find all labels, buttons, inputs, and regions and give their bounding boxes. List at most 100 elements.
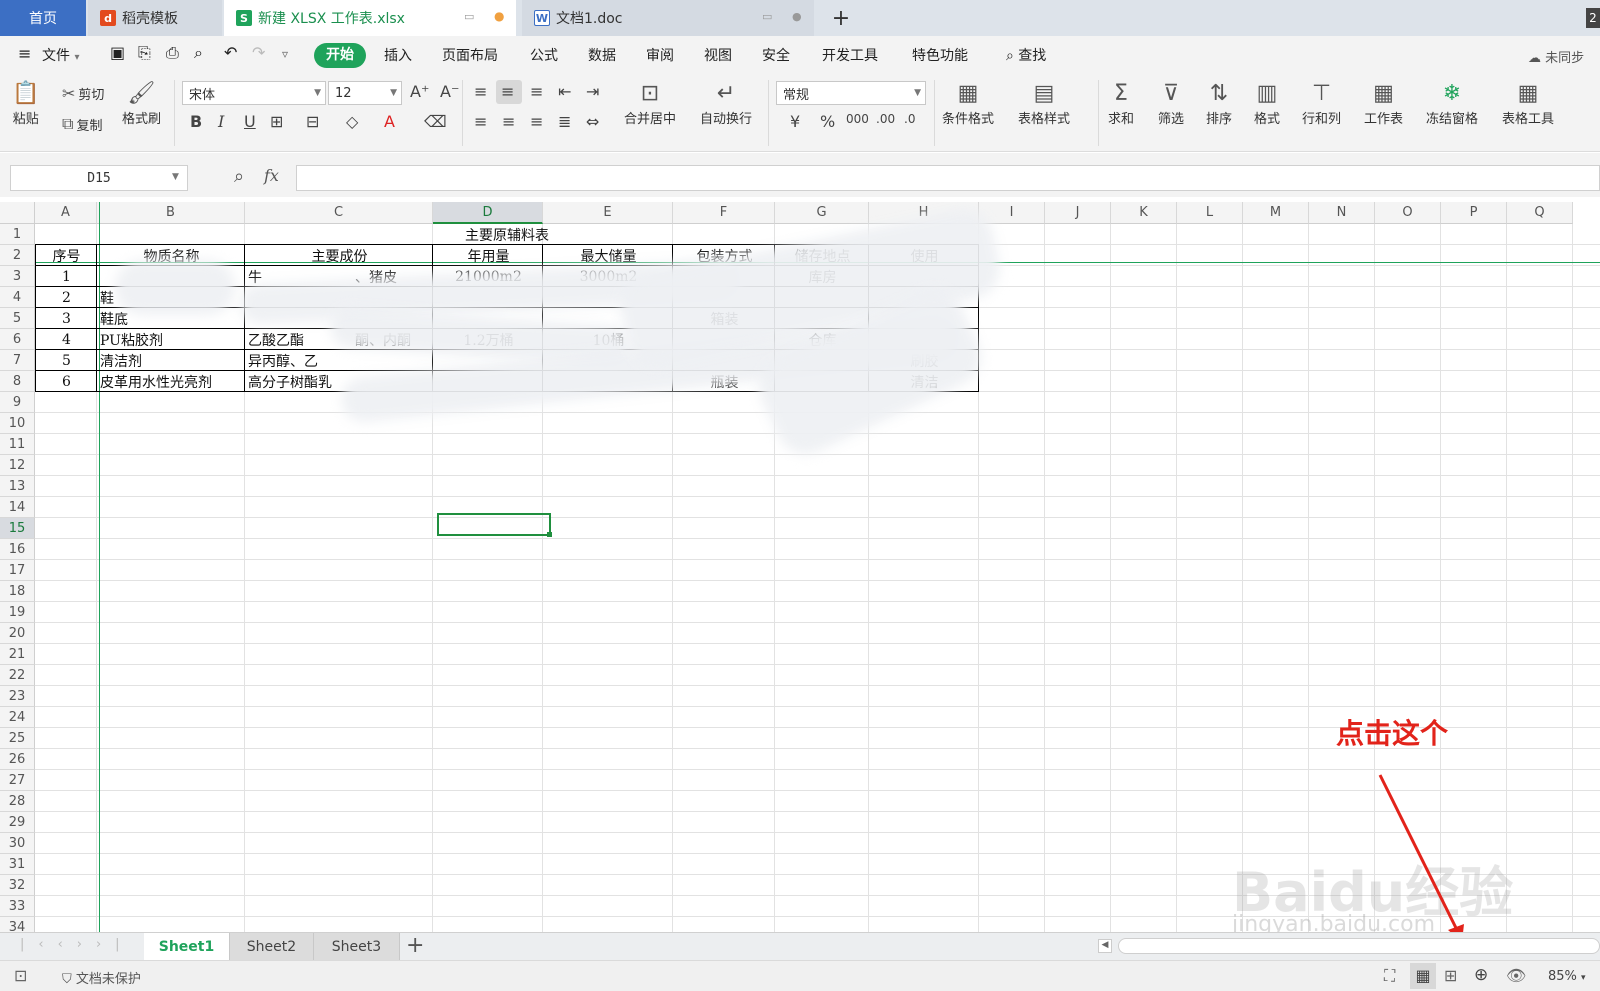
row-header-29[interactable]: 29 (0, 812, 35, 833)
cell-b8[interactable]: 皮革用水性光亮剂 (100, 371, 243, 392)
cell-d2[interactable]: 年用量 (436, 245, 541, 266)
menu-special[interactable]: 特色功能 (912, 45, 968, 65)
border-icon[interactable]: ⊞ (270, 112, 283, 131)
column-header-o[interactable]: O (1375, 202, 1441, 224)
table-tools-button[interactable]: ▦ 表格工具 (1502, 80, 1554, 127)
sheet-nav-arrows[interactable]: |‹‹››| (20, 937, 134, 952)
column-header-g[interactable]: G (775, 202, 869, 224)
row-header-30[interactable]: 30 (0, 833, 35, 854)
cell-c7[interactable]: 异丙醇、乙 (248, 350, 431, 371)
formula-input[interactable] (296, 165, 1600, 191)
indent-decrease-icon[interactable]: ⇤ (558, 82, 571, 101)
protect-status[interactable]: ⛉ 文档未保护 (62, 968, 141, 987)
row-header-28[interactable]: 28 (0, 791, 35, 812)
format-button[interactable]: ▥ 格式 (1254, 80, 1280, 127)
sort-button[interactable]: ⇅ 排序 (1206, 80, 1232, 127)
new-tab-button[interactable]: + (826, 0, 856, 36)
cell-c2[interactable]: 主要成份 (248, 245, 431, 266)
column-header-q[interactable]: Q (1507, 202, 1573, 224)
row-header-14[interactable]: 14 (0, 497, 35, 518)
preview-icon[interactable]: ⌕ (194, 43, 203, 63)
horizontal-scrollbar[interactable] (1118, 938, 1600, 954)
column-header-c[interactable]: C (245, 202, 433, 224)
monitor-icon[interactable]: ▭ (762, 10, 772, 23)
merge-center-button[interactable]: ⊡ 合并居中 (624, 80, 676, 127)
align-left-icon[interactable]: ≡ (474, 112, 487, 131)
row-header-22[interactable]: 22 (0, 665, 35, 686)
scroll-left-icon[interactable]: ◀ (1098, 939, 1112, 953)
save-icon[interactable]: ▣ (110, 43, 125, 62)
worksheet-button[interactable]: ▦ 工作表 (1364, 80, 1403, 127)
export-icon[interactable]: ⎘ (138, 43, 151, 63)
chevron-down-icon[interactable]: ▼ (172, 172, 179, 182)
font-size-select[interactable]: 12 ▼ (328, 81, 402, 105)
sheet-tab-sheet1[interactable]: Sheet1 (144, 933, 230, 960)
font-name-select[interactable]: 宋体 ▼ (182, 81, 326, 105)
row-header-25[interactable]: 25 (0, 728, 35, 749)
sync-status[interactable]: ☁ 未同步 (1528, 47, 1584, 66)
cell-a4[interactable]: 2 (38, 287, 95, 308)
close-dot-icon[interactable]: ● (792, 10, 802, 23)
bold-icon[interactable]: B (190, 112, 202, 131)
eye-protection-icon[interactable]: 👁 (1506, 966, 1526, 985)
row-header-1[interactable]: 1 (0, 224, 35, 245)
row-header-27[interactable]: 27 (0, 770, 35, 791)
row-header-3[interactable]: 3 (0, 266, 35, 287)
menu-file[interactable]: 文件 ▾ (42, 45, 79, 65)
cell-a3[interactable]: 1 (38, 266, 95, 287)
menu-start-tab[interactable]: 开始 (314, 43, 366, 68)
cell-b7[interactable]: 清洁剂 (100, 350, 243, 371)
row-header-20[interactable]: 20 (0, 623, 35, 644)
row-header-9[interactable]: 9 (0, 392, 35, 413)
column-header-k[interactable]: K (1111, 202, 1177, 224)
row-header-34[interactable]: 34 (0, 917, 35, 932)
page-break-icon[interactable]: ⊞ (1444, 966, 1457, 985)
align-bottom-icon[interactable]: ≡ (530, 82, 543, 101)
column-header-p[interactable]: P (1441, 202, 1507, 224)
row-header-17[interactable]: 17 (0, 560, 35, 581)
row-header-26[interactable]: 26 (0, 749, 35, 770)
fullscreen-icon[interactable]: ⛶ (1384, 966, 1395, 986)
row-header-11[interactable]: 11 (0, 434, 35, 455)
menu-search[interactable]: ⌕ 查找 (1006, 45, 1046, 65)
row-header-7[interactable]: 7 (0, 350, 35, 371)
cut-button[interactable]: ✂ 剪切 (62, 84, 104, 103)
fx-icon[interactable]: fx (264, 166, 279, 185)
column-header-b[interactable]: B (97, 202, 245, 224)
currency-icon[interactable]: ¥ (790, 112, 800, 131)
row-header-23[interactable]: 23 (0, 686, 35, 707)
eraser-icon[interactable]: ⌫ (424, 112, 447, 131)
reading-mode-icon[interactable]: ⊕ (1474, 965, 1488, 985)
table-style-button[interactable]: ▤ 表格样式 (1018, 80, 1070, 127)
row-header-16[interactable]: 16 (0, 539, 35, 560)
row-header-13[interactable]: 13 (0, 476, 35, 497)
menu-developer[interactable]: 开发工具 (822, 45, 878, 65)
increase-decimal-icon[interactable]: .00 (876, 112, 895, 126)
row-header-21[interactable]: 21 (0, 644, 35, 665)
cell-a5[interactable]: 3 (38, 308, 95, 329)
conditional-format-button[interactable]: ▦ 条件格式 (942, 80, 994, 127)
increase-font-icon[interactable]: A⁺ (410, 82, 429, 101)
selected-cell[interactable] (437, 513, 551, 536)
unsaved-dot-icon[interactable]: ● (494, 9, 504, 23)
align-middle-button[interactable]: ≡ (496, 80, 522, 104)
menu-insert[interactable]: 插入 (384, 45, 412, 65)
menu-formula[interactable]: 公式 (530, 45, 558, 65)
print-icon[interactable]: ⎙ (166, 43, 179, 63)
font-color-icon[interactable]: A (384, 112, 395, 131)
undo-icon[interactable]: ↶ (224, 43, 237, 62)
redo-icon[interactable]: ↷ (252, 43, 265, 62)
menu-page-layout[interactable]: 页面布局 (442, 45, 498, 65)
row-header-15[interactable]: 15 (0, 518, 35, 539)
fill-handle[interactable] (547, 532, 552, 537)
select-all-corner[interactable] (0, 202, 35, 224)
fill-color-icon[interactable]: ◇ (346, 112, 358, 131)
indent-increase-icon[interactable]: ⇥ (586, 82, 599, 101)
column-header-i[interactable]: I (979, 202, 1045, 224)
row-header-31[interactable]: 31 (0, 854, 35, 875)
zoom-formula-icon[interactable]: ⌕ (234, 166, 244, 187)
add-sheet-icon[interactable]: + (406, 933, 424, 958)
paste-button[interactable]: 📋 粘贴 (12, 80, 39, 127)
distribute-icon[interactable]: ⇔ (586, 112, 599, 131)
row-header-24[interactable]: 24 (0, 707, 35, 728)
